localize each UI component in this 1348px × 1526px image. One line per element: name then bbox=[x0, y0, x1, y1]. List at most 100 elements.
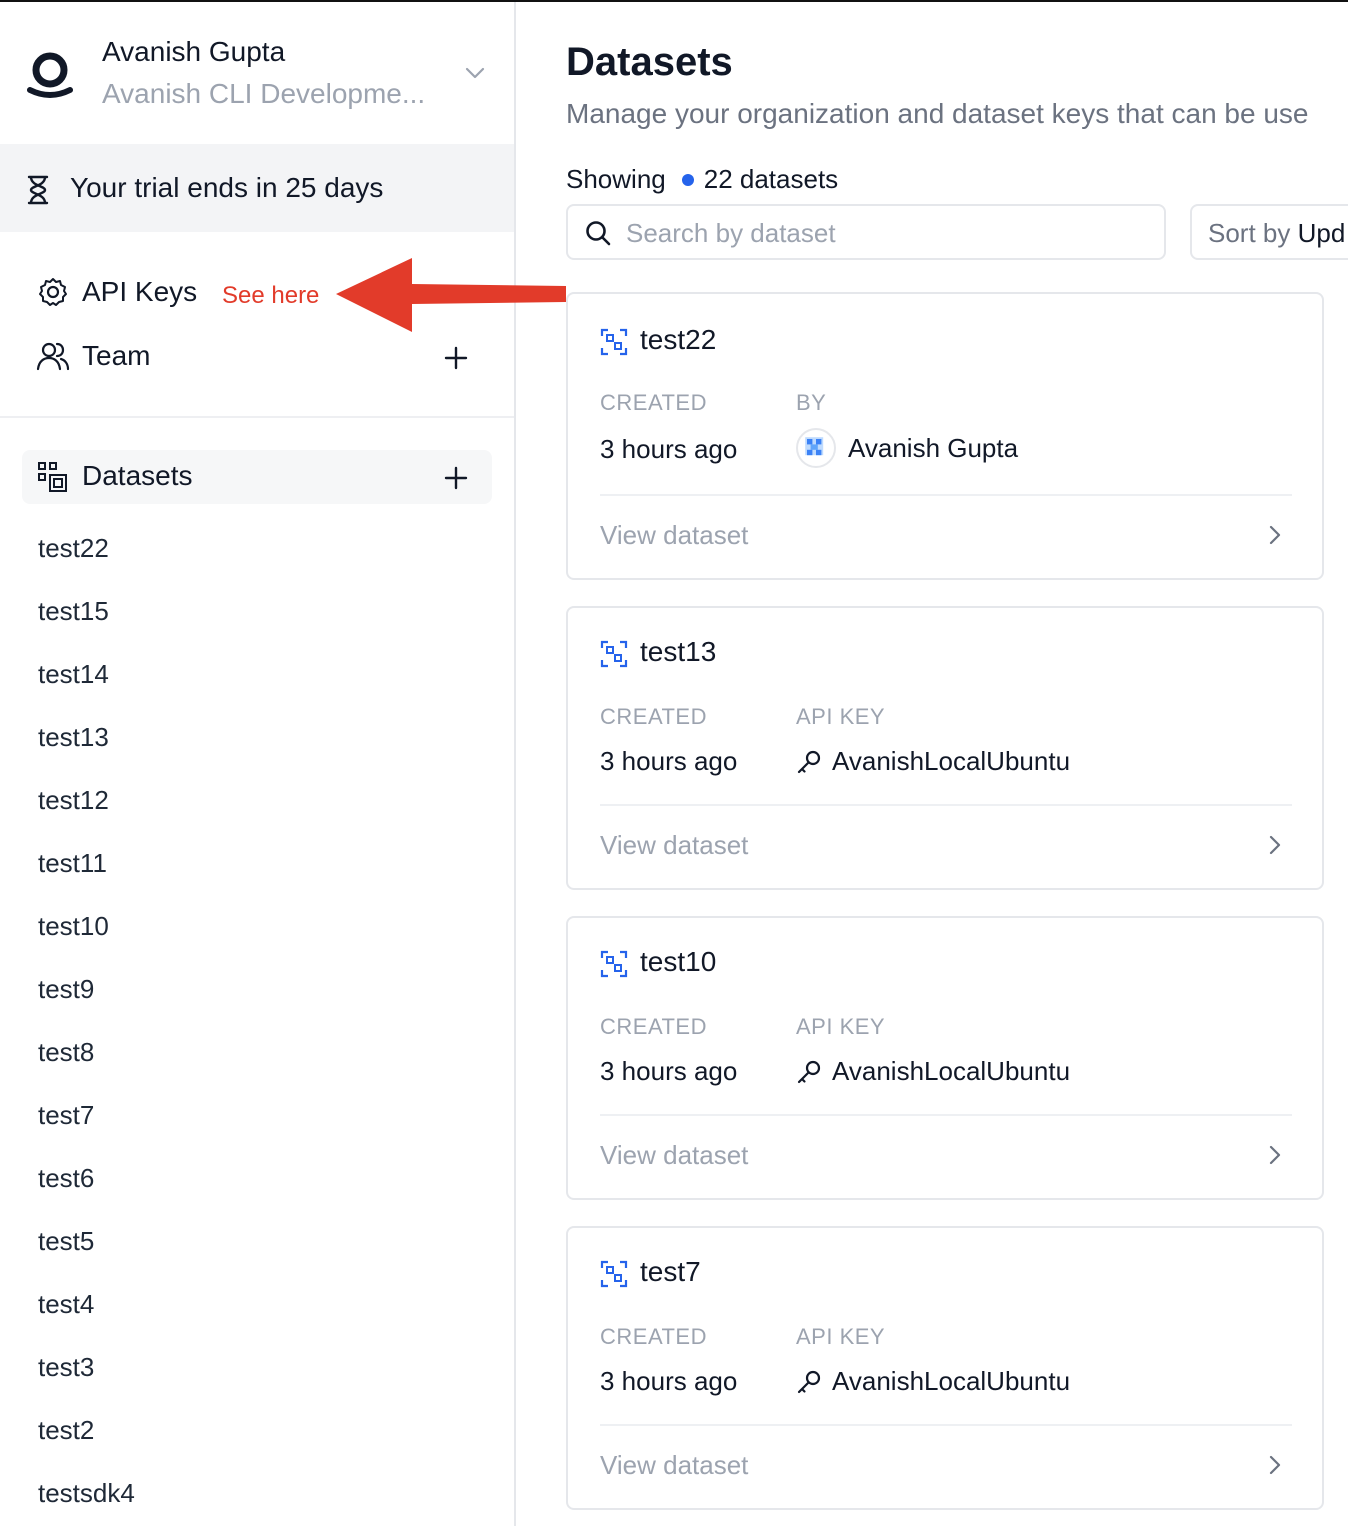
dataset-card-title[interactable]: test10 bbox=[640, 946, 716, 978]
sidebar-item-label: API Keys bbox=[82, 276, 198, 307]
gear-icon bbox=[39, 278, 67, 306]
chevron-right-icon[interactable] bbox=[1264, 524, 1286, 546]
org-name: Avanish Gupta bbox=[102, 36, 286, 67]
api-key-label: API KEY bbox=[796, 1014, 886, 1039]
page-title: Datasets bbox=[566, 40, 733, 84]
sidebar-dataset-item[interactable]: test9 bbox=[38, 970, 135, 1033]
dataset-icon bbox=[600, 950, 628, 978]
created-value: 3 hours ago bbox=[600, 746, 738, 776]
creator: Avanish Gupta bbox=[796, 428, 1018, 468]
annotation-arrow-icon bbox=[336, 258, 566, 332]
search-box[interactable] bbox=[566, 204, 1166, 260]
sidebar-divider bbox=[0, 416, 514, 418]
sidebar-dataset-item[interactable]: test3 bbox=[38, 1348, 135, 1411]
chevron-right-icon[interactable] bbox=[1264, 834, 1286, 856]
card-divider bbox=[600, 1424, 1292, 1426]
sidebar-dataset-item[interactable]: test7 bbox=[38, 1096, 135, 1159]
trial-text: Your trial ends in 25 days bbox=[70, 172, 384, 203]
dataset-list: test22 test15 test14 test13 test12 test1… bbox=[38, 529, 135, 1526]
page-subtitle: Manage your organization and dataset key… bbox=[566, 98, 1309, 129]
annotation-see-here: See here bbox=[222, 282, 320, 309]
sidebar-dataset-item[interactable]: test10 bbox=[38, 907, 135, 970]
dataset-count: Showing 22 datasets bbox=[566, 164, 838, 195]
sort-dropdown[interactable]: Sort by Upd bbox=[1190, 204, 1348, 260]
add-dataset-icon[interactable] bbox=[444, 466, 468, 490]
org-subtitle: Avanish CLI Developme... bbox=[102, 78, 426, 109]
api-key-value: AvanishLocalUbuntu bbox=[796, 1366, 1070, 1397]
sidebar-dataset-item[interactable]: test11 bbox=[38, 844, 135, 907]
view-dataset-link[interactable]: View dataset bbox=[600, 520, 748, 551]
showing-label: Showing bbox=[566, 164, 666, 194]
main-content: Datasets Manage your organization and da… bbox=[518, 2, 1348, 1526]
created-label: CREATED bbox=[600, 390, 707, 415]
sidebar-item-label: Team bbox=[82, 340, 151, 371]
sort-prefix: Sort by bbox=[1208, 218, 1291, 248]
sidebar-item-datasets[interactable]: Datasets bbox=[22, 450, 492, 504]
sidebar-dataset-item[interactable]: test13 bbox=[38, 718, 135, 781]
sidebar-dataset-item[interactable]: test14 bbox=[38, 655, 135, 718]
datasets-icon bbox=[38, 462, 67, 492]
dataset-icon bbox=[600, 1260, 628, 1288]
sidebar-dataset-item[interactable]: testsdk4 bbox=[38, 1474, 135, 1526]
datasets-label: Datasets bbox=[82, 460, 193, 491]
org-logo-icon bbox=[27, 52, 73, 98]
created-value: 3 hours ago bbox=[600, 1056, 738, 1086]
created-value: 3 hours ago bbox=[600, 434, 738, 464]
sort-value: Upd bbox=[1297, 218, 1346, 248]
sidebar-dataset-item[interactable]: test6 bbox=[38, 1159, 135, 1222]
api-key-value: AvanishLocalUbuntu bbox=[796, 1056, 1070, 1087]
api-key-name: AvanishLocalUbuntu bbox=[832, 746, 1071, 776]
users-icon bbox=[36, 342, 70, 371]
dataset-card[interactable]: test13 CREATED API KEY 3 hours ago Avani… bbox=[566, 606, 1324, 890]
sidebar-dataset-item[interactable]: test15 bbox=[38, 592, 135, 655]
chevron-right-icon[interactable] bbox=[1264, 1144, 1286, 1166]
api-key-value: AvanishLocalUbuntu bbox=[796, 746, 1070, 777]
avatar bbox=[796, 428, 836, 468]
key-icon bbox=[797, 1370, 821, 1393]
hourglass-icon bbox=[27, 175, 49, 205]
created-label: CREATED bbox=[600, 704, 707, 729]
sidebar-dataset-item[interactable]: test8 bbox=[38, 1033, 135, 1096]
key-icon bbox=[797, 1060, 821, 1083]
created-value: 3 hours ago bbox=[600, 1366, 738, 1396]
dataset-card-title[interactable]: test22 bbox=[640, 324, 716, 356]
created-label: CREATED bbox=[600, 1324, 707, 1349]
by-label: BY bbox=[796, 390, 827, 415]
sidebar: Avanish Gupta Avanish CLI Developme... Y… bbox=[0, 2, 516, 1526]
add-team-member-icon[interactable] bbox=[444, 346, 468, 370]
chevron-right-icon[interactable] bbox=[1264, 1454, 1286, 1476]
sidebar-dataset-item[interactable]: test22 bbox=[38, 529, 135, 592]
card-divider bbox=[600, 494, 1292, 496]
dataset-icon bbox=[600, 640, 628, 668]
search-input[interactable] bbox=[626, 216, 1146, 250]
view-dataset-link[interactable]: View dataset bbox=[600, 1140, 748, 1171]
view-dataset-link[interactable]: View dataset bbox=[600, 1450, 748, 1481]
sidebar-dataset-item[interactable]: test2 bbox=[38, 1411, 135, 1474]
sidebar-dataset-item[interactable]: test5 bbox=[38, 1222, 135, 1285]
org-switcher[interactable]: Avanish Gupta Avanish CLI Developme... bbox=[0, 2, 514, 144]
created-label: CREATED bbox=[600, 1014, 707, 1039]
search-icon bbox=[586, 221, 611, 246]
dataset-card[interactable]: test22 CREATED BY 3 hours ago Avanish Gu… bbox=[566, 292, 1324, 580]
status-dot bbox=[681, 173, 694, 186]
api-key-name: AvanishLocalUbuntu bbox=[832, 1366, 1071, 1396]
card-divider bbox=[600, 804, 1292, 806]
api-key-name: AvanishLocalUbuntu bbox=[832, 1056, 1071, 1086]
dataset-card-title[interactable]: test7 bbox=[640, 1256, 701, 1288]
key-icon bbox=[797, 750, 821, 773]
sidebar-dataset-item[interactable]: test4 bbox=[38, 1285, 135, 1348]
trial-banner[interactable]: Your trial ends in 25 days bbox=[0, 144, 514, 232]
dataset-card[interactable]: test10 CREATED API KEY 3 hours ago Avani… bbox=[566, 916, 1324, 1200]
dataset-card-title[interactable]: test13 bbox=[640, 636, 716, 668]
count-text: 22 datasets bbox=[703, 164, 839, 194]
sidebar-item-team[interactable]: Team bbox=[36, 336, 150, 376]
api-key-label: API KEY bbox=[796, 704, 886, 729]
dataset-card[interactable]: test7 CREATED API KEY 3 hours ago Avanis… bbox=[566, 1226, 1324, 1510]
sidebar-dataset-item[interactable]: test12 bbox=[38, 781, 135, 844]
dataset-icon bbox=[600, 328, 628, 356]
chevron-down-icon[interactable] bbox=[462, 60, 488, 86]
card-divider bbox=[600, 1114, 1292, 1116]
view-dataset-link[interactable]: View dataset bbox=[600, 830, 748, 861]
creator-name: Avanish Gupta bbox=[848, 432, 1019, 463]
sidebar-item-api-keys[interactable]: API Keys bbox=[36, 272, 197, 312]
